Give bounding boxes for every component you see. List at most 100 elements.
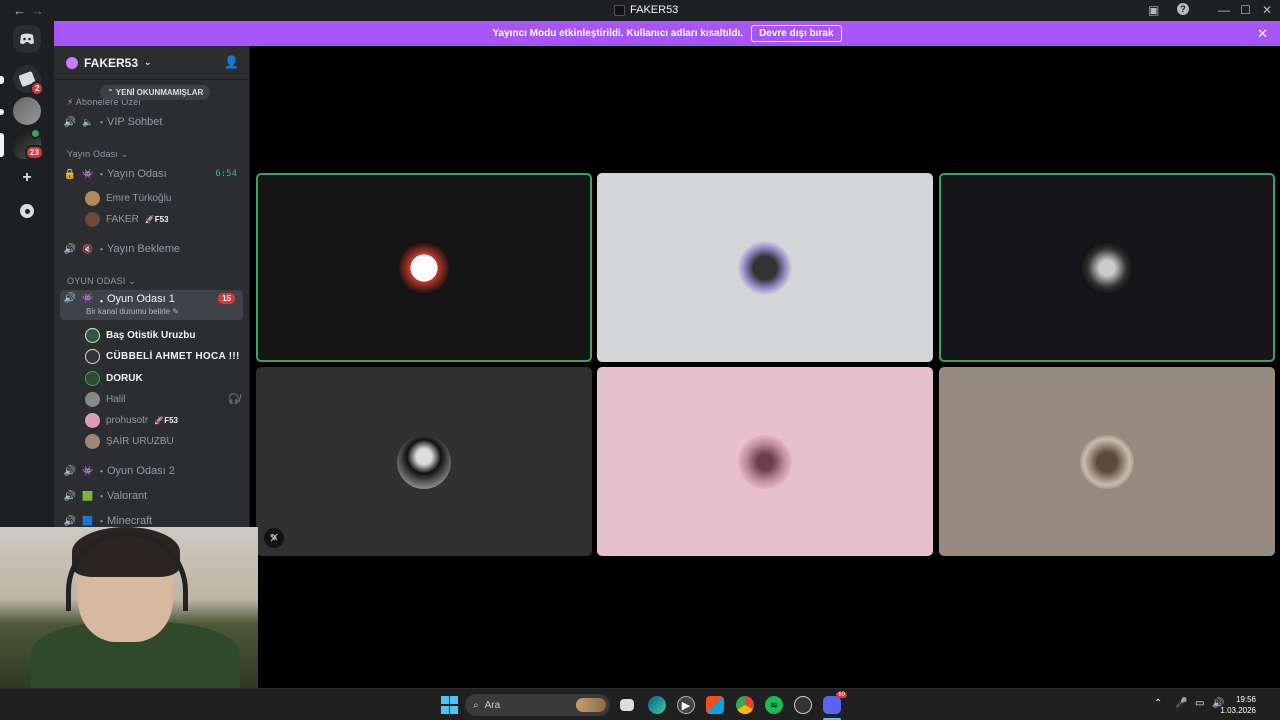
store-icon[interactable] [706, 696, 724, 714]
invite-icon[interactable]: 👤 [224, 55, 239, 69]
discord-window: ← → FAKER53 ▣ ? — ☐ ✕ 2 23 + Yayıncı Mod… [0, 0, 1280, 720]
help-icon[interactable]: ? [1177, 3, 1189, 15]
channel-count-badge: 15 [218, 293, 235, 304]
username: prohusotr [106, 414, 149, 426]
voice-user[interactable]: Baş Otistik Uruzbu [85, 326, 240, 344]
task-view-icon[interactable] [620, 699, 634, 711]
channel-label: Valorant [107, 490, 148, 502]
system-clock[interactable]: 19:56 1.03.2026 [1220, 694, 1256, 716]
search-placeholder: Ara [484, 699, 501, 711]
voice-user[interactable]: Emre Türkoğlu [85, 189, 240, 207]
title-bar: ← → FAKER53 ▣ ? — ☐ ✕ [0, 0, 1280, 21]
speaker-icon: 🔊 [63, 465, 77, 477]
voice-user[interactable]: DORUK [85, 369, 240, 387]
avatar [738, 240, 792, 295]
app-icon[interactable] [794, 696, 812, 714]
channel-label: Yayın Odası [107, 168, 167, 180]
forward-arrow-icon[interactable]: → [31, 3, 44, 18]
category-yayin-odasi[interactable]: Yayın Odası ⌄ [67, 149, 129, 160]
close-window-icon[interactable]: ✕ [1262, 3, 1272, 17]
webcam-overlay [0, 527, 258, 688]
voice-user[interactable]: ŞAİR URUZBU [85, 432, 240, 450]
dm-badge: 2 [30, 81, 45, 96]
server-badge: 23 [25, 145, 44, 160]
server-avatar-1[interactable] [13, 97, 41, 125]
participant-tile[interactable]: ✎̸ [256, 367, 592, 556]
media-player-icon[interactable]: ▶ [677, 696, 695, 714]
avatar [85, 370, 100, 386]
discord-home-icon[interactable] [13, 25, 41, 53]
username: FAKER [106, 213, 139, 225]
category-oyun-odasi[interactable]: OYUN ODASI ⌄ [67, 276, 136, 287]
username: ŞAİR URUZBU [106, 435, 174, 447]
participant-tile[interactable] [256, 173, 592, 362]
server-header[interactable]: FAKER53 ⌄ 👤 [54, 46, 249, 80]
edge-icon[interactable] [648, 696, 666, 714]
channel-label: VIP Sohbet [107, 116, 163, 128]
avatar [1080, 434, 1134, 489]
add-server-icon[interactable]: + [13, 164, 41, 192]
taskbar-search[interactable]: ⌕ Ara [465, 694, 610, 716]
avatar [85, 211, 100, 227]
dm-icon[interactable]: 2 [13, 65, 45, 96]
channel-status[interactable]: Bir kanal durumu belirle ✎ [86, 307, 179, 316]
windows-taskbar: ⌕ Ara ▶ ≋ 69 ⌃ 🎤 ▭ 🔊 19:56 1.03.2026 [0, 688, 1280, 720]
participant-tile[interactable] [597, 173, 933, 362]
channel-oyun-odasi-2[interactable]: 🔊 👾 ・ Oyun Odası 2 [60, 460, 243, 482]
participant-tile[interactable] [939, 173, 1275, 362]
lock-icon: 🔒 [63, 168, 77, 180]
username: Baş Otistik Uruzbu [106, 329, 196, 341]
back-arrow-icon[interactable]: ← [13, 3, 26, 18]
server-avatar-faker53[interactable]: 23 [13, 128, 44, 160]
discord-badge: 69 [836, 692, 847, 698]
channel-label: Oyun Odası 1 [107, 293, 175, 305]
voice-active-icon [30, 128, 41, 139]
server-name: FAKER53 [84, 55, 139, 70]
rail-pill [0, 109, 4, 115]
avatar [397, 434, 451, 489]
channel-vip-sohbet[interactable]: 🔊 🔈 ・ VIP Sohbet [60, 111, 243, 133]
minimize-icon[interactable]: — [1218, 3, 1230, 17]
channel-yayin-odasi[interactable]: 🔒 👾 ・ Yayın Odası 6:54 [60, 163, 243, 185]
participant-tile[interactable] [597, 367, 933, 556]
discord-taskbar-icon[interactable]: 69 [823, 692, 847, 714]
clock-time: 19:56 [1235, 695, 1256, 704]
voice-user[interactable]: FAKER 🚀F53 [85, 210, 240, 228]
window-title: FAKER53 [614, 4, 678, 16]
tray-chevron-up-icon[interactable]: ⌃ [1154, 698, 1162, 709]
start-icon[interactable] [440, 696, 458, 714]
speaker-icon: 🔊 [63, 243, 77, 255]
rail-pill-selected [0, 133, 4, 157]
inbox-icon[interactable]: ▣ [1148, 3, 1159, 17]
channel-oyun-odasi-1[interactable]: 🔊 👾 ・ Oyun Odası 1 15 Bir kanal durumu be… [60, 290, 243, 320]
explore-icon[interactable] [13, 197, 41, 225]
channel-yayin-bekleme[interactable]: 🔊 🔇 ・ Yayın Bekleme [60, 238, 243, 260]
channel-emoji-icon: 👾 [82, 465, 94, 476]
disable-streamer-mode-button[interactable]: Devre dışı bırak [751, 25, 842, 42]
monitor-icon[interactable]: ▭ [1195, 698, 1204, 709]
chrome-icon[interactable] [736, 696, 754, 714]
avatar [85, 327, 100, 343]
avatar [85, 391, 100, 407]
avatar [1080, 240, 1134, 295]
channel-minecraft[interactable]: 🔊 🟦 ・ Minecraft [60, 510, 243, 527]
username: CÜBBELİ AHMET HOCA !!! [106, 350, 240, 362]
deafened-icon: 🎧̸ [227, 393, 240, 405]
microphone-icon[interactable]: 🎤 [1175, 698, 1187, 709]
close-icon[interactable]: ✕ [1257, 26, 1268, 42]
new-unreads-pill[interactable]: ⌃ YENİ OKUNMAMIŞLAR [100, 85, 211, 100]
participant-tile[interactable] [939, 367, 1275, 556]
avatar [85, 348, 100, 364]
voice-user[interactable]: Halil 🎧̸ [85, 390, 240, 408]
spotify-icon[interactable]: ≋ [765, 696, 783, 714]
channel-label: Oyun Odası 2 [107, 465, 175, 477]
user-tag: 🚀F53 [154, 415, 179, 425]
notice-text: Yayıncı Modu etkinleştirildi. Kullanıcı … [492, 28, 744, 39]
stream-timer: 6:54 [215, 169, 237, 179]
channel-emoji-icon: 🟦 [82, 515, 94, 526]
maximize-icon[interactable]: ☐ [1240, 3, 1251, 17]
voice-user[interactable]: CÜBBELİ AHMET HOCA !!! [85, 347, 240, 365]
channel-valorant[interactable]: 🔊 🟩 ・ Valorant [60, 485, 243, 507]
voice-user[interactable]: prohusotr 🚀F53 [85, 411, 240, 429]
channel-label: Minecraft [107, 515, 153, 527]
